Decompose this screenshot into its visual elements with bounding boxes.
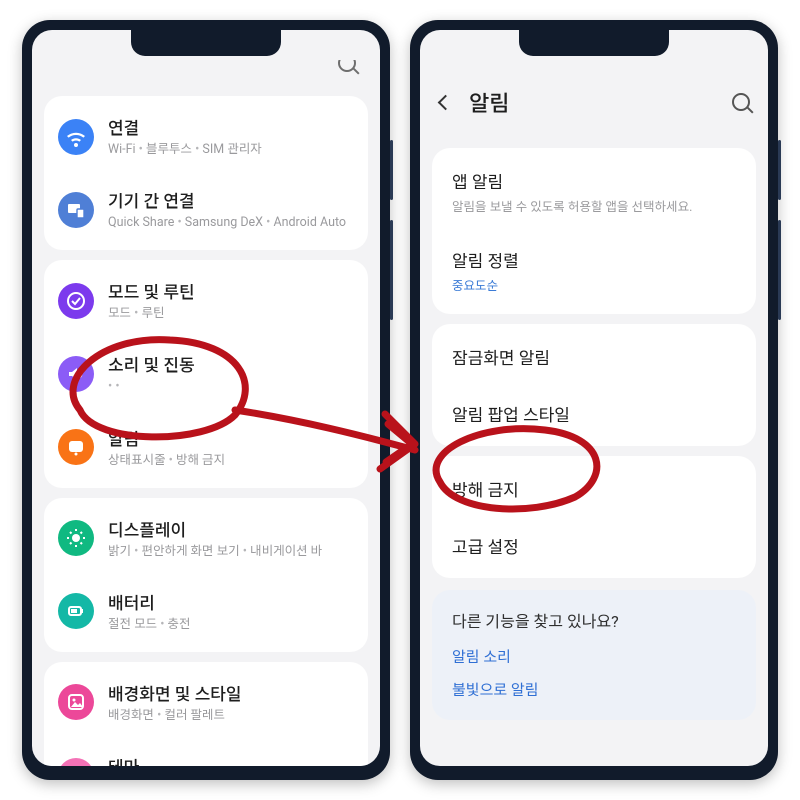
settings-title-cut: ᄂᄋ bbox=[32, 60, 380, 86]
row-title: 배경화면 및 스타일 bbox=[108, 680, 352, 705]
check-icon bbox=[58, 283, 94, 319]
settings-row-display[interactable]: 디스플레이밝기편안하게 화면 보기내비게이션 바 bbox=[44, 502, 368, 575]
settings-row-wallpaper-style[interactable]: 배경화면 및 스타일배경화면컬러 팔레트 bbox=[44, 666, 368, 739]
row-subtitle: 밝기편안하게 화면 보기내비게이션 바 bbox=[108, 543, 352, 561]
row-subtitle: Wi-Fi블루투스SIM 관리자 bbox=[108, 141, 352, 159]
settings-group: 디스플레이밝기편안하게 화면 보기내비게이션 바배터리절전 모드충전 bbox=[44, 498, 368, 652]
settings-row-notification-popup-style[interactable]: 알림 팝업 스타일 bbox=[432, 385, 756, 442]
settings-row-notification-sort[interactable]: 알림 정렬중요도순 bbox=[432, 231, 756, 310]
row-subtitle: 상태표시줄방해 금지 bbox=[108, 452, 352, 470]
settings-group: 방해 금지고급 설정 bbox=[432, 456, 756, 578]
settings-group: 앱 알림알림을 보낼 수 있도록 허용할 앱을 선택하세요.알림 정렬중요도순 bbox=[432, 148, 756, 314]
row-subtitle: 알림을 보낼 수 있도록 허용할 앱을 선택하세요. bbox=[452, 196, 736, 215]
settings-row-do-not-disturb[interactable]: 방해 금지 bbox=[432, 460, 756, 517]
page-title: 알림 bbox=[469, 86, 732, 118]
notch bbox=[519, 30, 669, 56]
row-title: 알림 bbox=[108, 425, 352, 450]
more-link[interactable]: 불빛으로 알림 bbox=[452, 679, 736, 700]
battery-icon bbox=[58, 593, 94, 629]
row-title: 디스플레이 bbox=[108, 516, 352, 541]
phone-right: 알림 앱 알림알림을 보낼 수 있도록 허용할 앱을 선택하세요.알림 정렬중요… bbox=[410, 20, 778, 780]
row-subtitle: Quick ShareSamsung DeXAndroid Auto bbox=[108, 214, 352, 232]
settings-group: 모드 및 루틴모드루틴소리 및 진동알림상태표시줄방해 금지 bbox=[44, 260, 368, 487]
phone-left: ᄂᄋ 연결 Wi-Fi블루투스SIM 관리자기기 간 연결 Quick ShareS… bbox=[22, 20, 390, 780]
row-title: 잠금화면 알림 bbox=[452, 344, 736, 369]
row-title: 방해 금지 bbox=[452, 476, 736, 501]
more-features-card: 다른 기능을 찾고 있나요? 알림 소리불빛으로 알림 bbox=[432, 590, 756, 720]
row-title: 연결 bbox=[108, 114, 352, 139]
settings-row-modes-routines[interactable]: 모드 및 루틴모드루틴 bbox=[44, 264, 368, 337]
row-subtitle: 모드루틴 bbox=[108, 305, 352, 323]
settings-group: 배경화면 및 스타일배경화면컬러 팔레트테마테마배경화면아이콘 bbox=[44, 662, 368, 766]
settings-row-connections[interactable]: 연결 Wi-Fi블루투스SIM 관리자 bbox=[44, 100, 368, 173]
row-title: 배터리 bbox=[108, 589, 352, 614]
row-subtitle: 절전 모드충전 bbox=[108, 616, 352, 634]
screen-left: ᄂᄋ 연결 Wi-Fi블루투스SIM 관리자기기 간 연결 Quick ShareS… bbox=[32, 30, 380, 766]
palette-icon bbox=[58, 684, 94, 720]
more-title: 다른 기능을 찾고 있나요? bbox=[452, 608, 736, 632]
row-subtitle: 배경화면컬러 팔레트 bbox=[108, 707, 352, 725]
row-title: 고급 설정 bbox=[452, 533, 736, 558]
settings-row-battery[interactable]: 배터리절전 모드충전 bbox=[44, 575, 368, 648]
row-title: 테마 bbox=[108, 753, 352, 766]
search-icon[interactable] bbox=[732, 93, 750, 111]
screen-right: 알림 앱 알림알림을 보낼 수 있도록 허용할 앱을 선택하세요.알림 정렬중요… bbox=[420, 30, 768, 766]
more-link[interactable]: 알림 소리 bbox=[452, 646, 736, 667]
settings-group: 연결 Wi-Fi블루투스SIM 관리자기기 간 연결 Quick ShareSams… bbox=[44, 96, 368, 250]
devices-icon bbox=[58, 192, 94, 228]
sound-icon bbox=[58, 356, 94, 392]
row-subtitle bbox=[108, 378, 352, 396]
settings-row-sounds-vibration[interactable]: 소리 및 진동 bbox=[44, 337, 368, 410]
settings-row-lockscreen-notifications[interactable]: 잠금화면 알림 bbox=[432, 328, 756, 385]
notch bbox=[131, 30, 281, 56]
row-title: 소리 및 진동 bbox=[108, 351, 352, 376]
settings-row-connected-devices[interactable]: 기기 간 연결 Quick ShareSamsung DeXAndroid Aut… bbox=[44, 173, 368, 246]
bell-icon bbox=[58, 429, 94, 465]
settings-row-app-notifications[interactable]: 앱 알림알림을 보낼 수 있도록 허용할 앱을 선택하세요. bbox=[432, 152, 756, 231]
row-title: 기기 간 연결 bbox=[108, 187, 352, 212]
header-bar: 알림 bbox=[420, 60, 768, 138]
settings-row-advanced-settings[interactable]: 고급 설정 bbox=[432, 517, 756, 574]
settings-row-themes[interactable]: 테마테마배경화면아이콘 bbox=[44, 739, 368, 766]
settings-group: 잠금화면 알림알림 팝업 스타일 bbox=[432, 324, 756, 446]
row-title: 알림 정렬 bbox=[452, 247, 736, 272]
brush-icon bbox=[58, 758, 94, 766]
row-title: 알림 팝업 스타일 bbox=[452, 401, 736, 426]
row-title: 모드 및 루틴 bbox=[108, 278, 352, 303]
wifi-icon bbox=[58, 119, 94, 155]
settings-row-notifications[interactable]: 알림상태표시줄방해 금지 bbox=[44, 411, 368, 484]
back-icon[interactable] bbox=[438, 94, 454, 110]
search-icon[interactable] bbox=[338, 60, 356, 72]
row-title: 앱 알림 bbox=[452, 168, 736, 193]
sun-icon bbox=[58, 520, 94, 556]
row-subtitle: 중요도순 bbox=[452, 275, 736, 294]
